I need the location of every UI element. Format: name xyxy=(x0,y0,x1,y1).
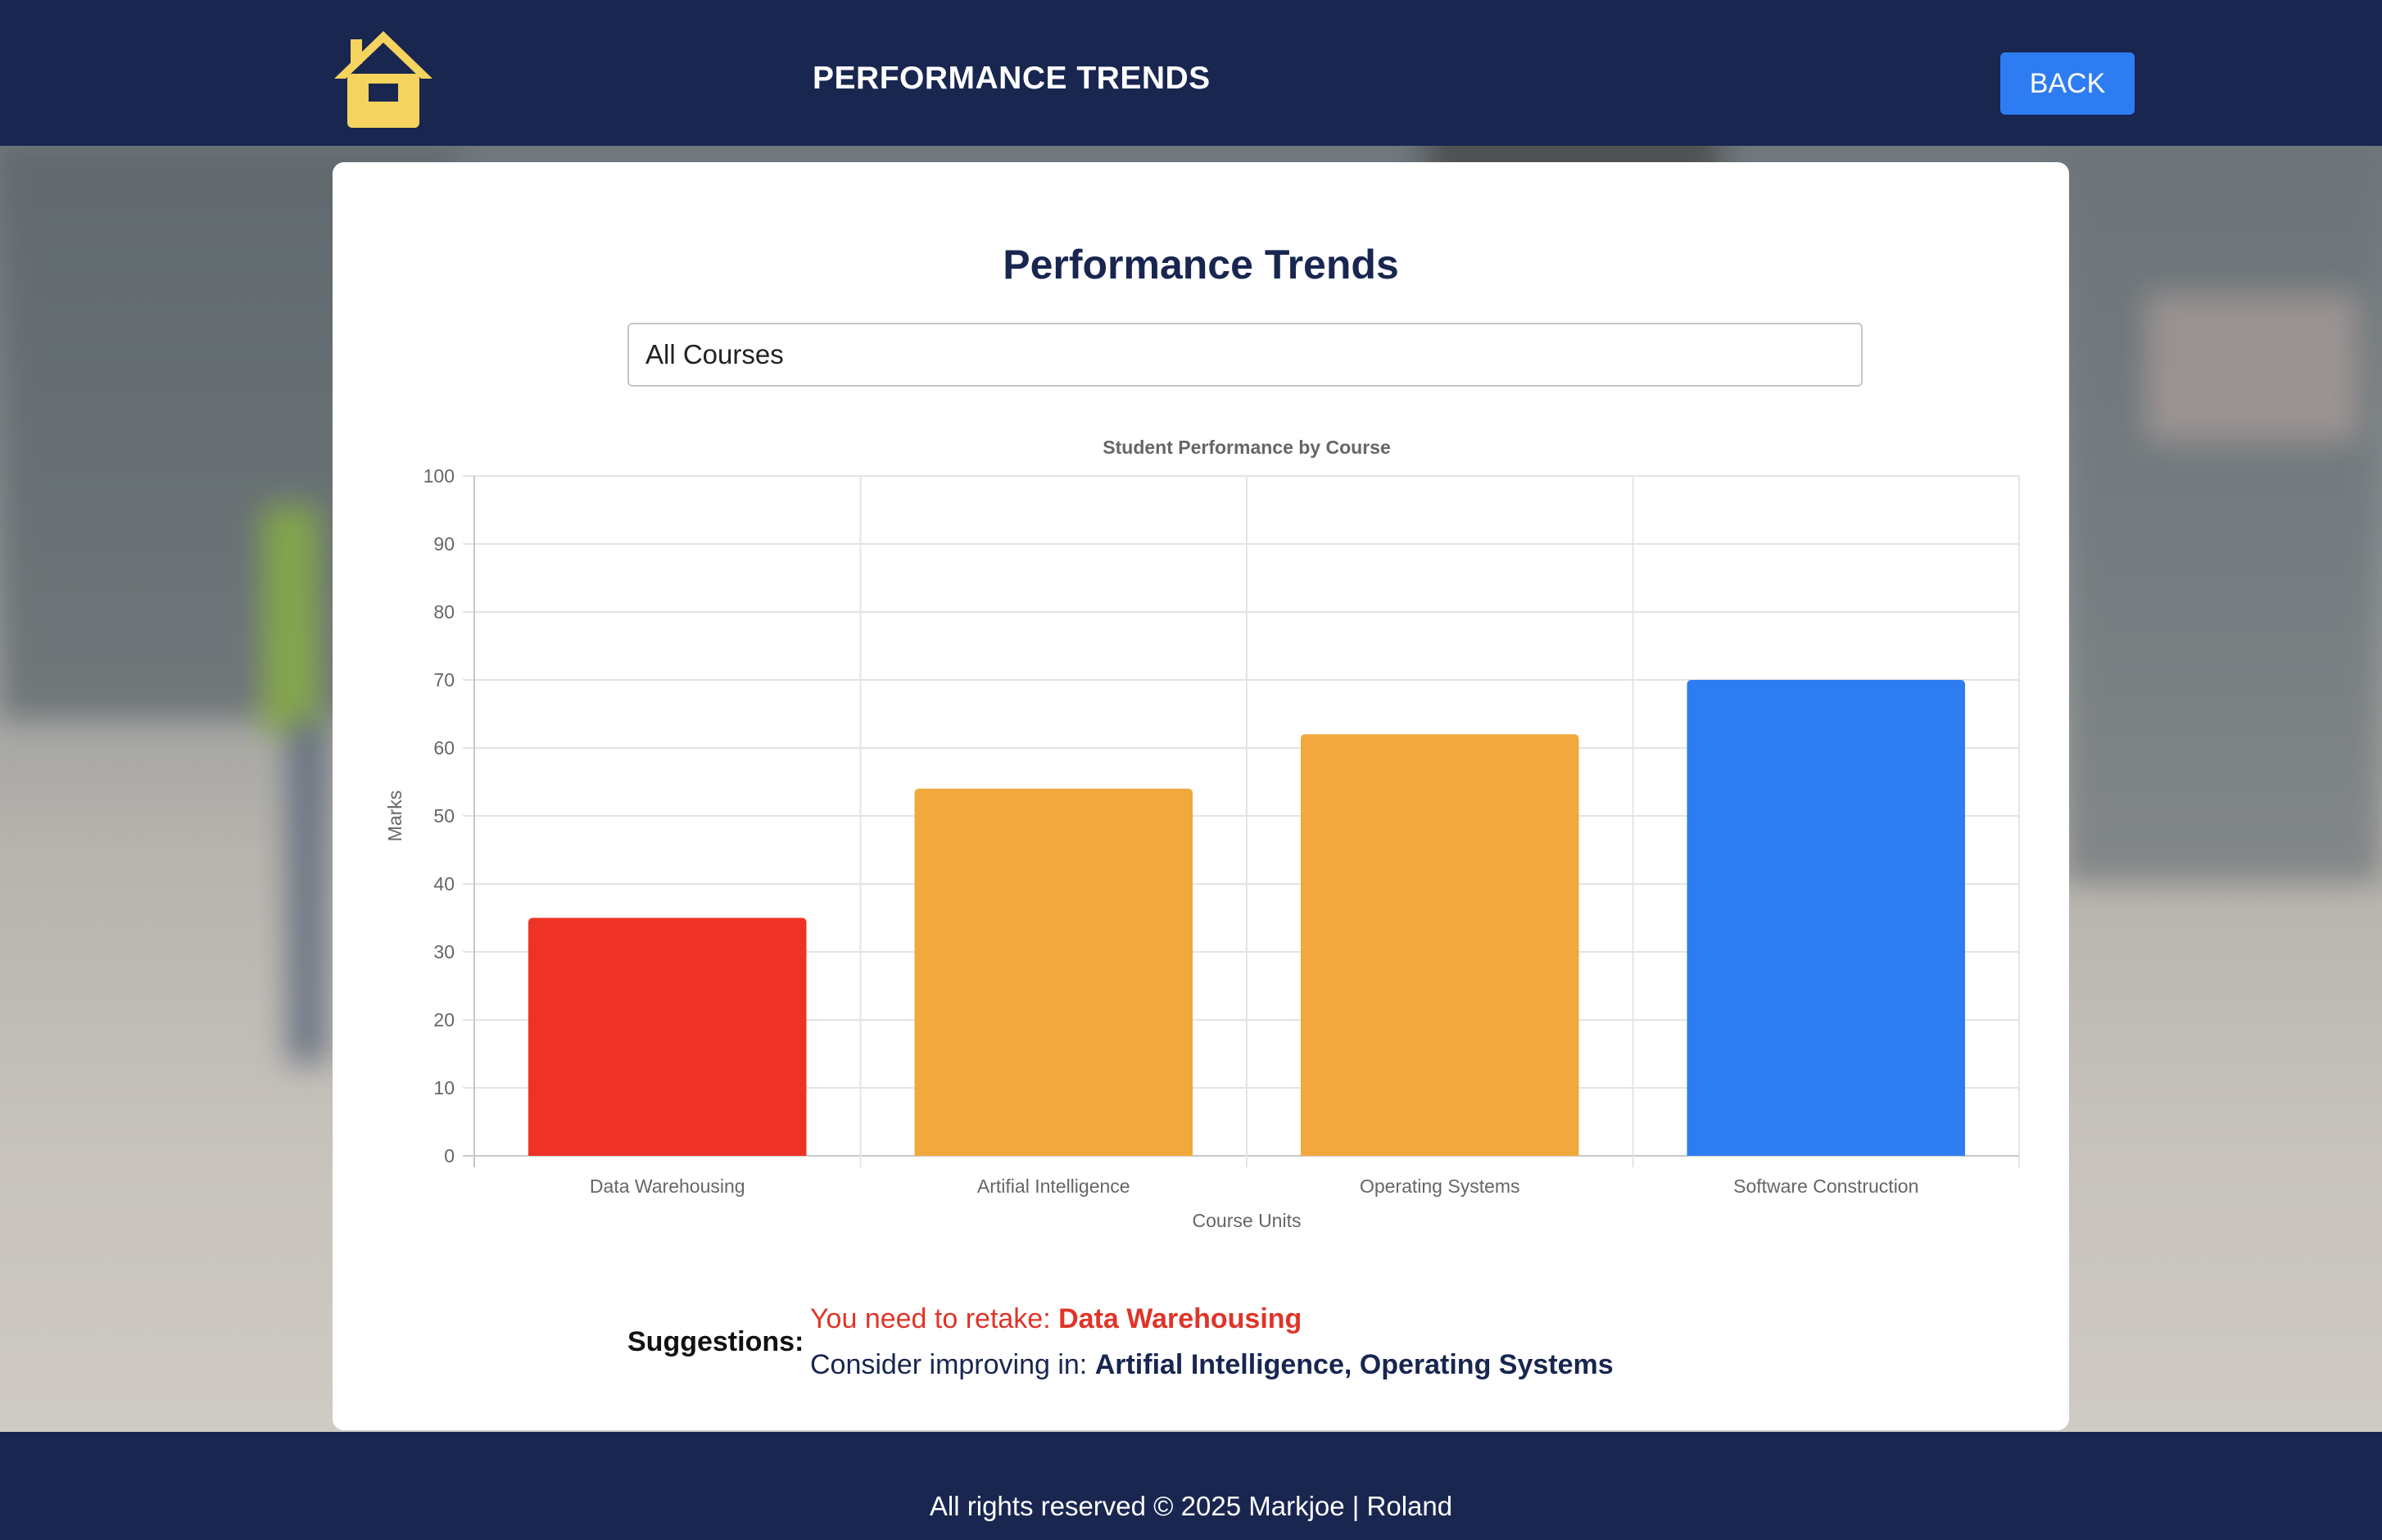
bar-data-warehousing xyxy=(528,917,807,1156)
footer-copyright: All rights reserved © 2025 Markjoe | Rol… xyxy=(929,1491,1453,1521)
bar-software-construction xyxy=(1687,680,1965,1156)
bar-operating-systems xyxy=(1301,734,1579,1156)
y-tick-label: 70 xyxy=(433,669,455,691)
performance-bar-chart: Student Performance by Course 0 10 20 30 40 50… xyxy=(384,437,2020,1231)
improve-courses: Artifial Intelligence, Operating Systems xyxy=(1094,1349,1614,1380)
y-tick-label: 20 xyxy=(433,1009,455,1030)
chart-title: Student Performance by Course xyxy=(1103,437,1390,458)
y-tick-label: 30 xyxy=(433,941,455,962)
x-tick-label: Data Warehousing xyxy=(590,1175,745,1197)
retake-prefix: You need to retake: xyxy=(810,1303,1059,1334)
header-title: PERFORMANCE TRENDS xyxy=(813,61,1211,96)
retake-suggestion: You need to retake: Data Warehousing xyxy=(810,1303,1302,1335)
y-tick-label: 10 xyxy=(433,1077,455,1098)
y-tick-label: 80 xyxy=(433,601,455,623)
retake-courses: Data Warehousing xyxy=(1058,1303,1302,1334)
suggestions-label: Suggestions: xyxy=(627,1325,804,1357)
footer: All rights reserved © 2025 Markjoe | Rol… xyxy=(0,1432,2382,1540)
improve-prefix: Consider improving in: xyxy=(810,1349,1095,1380)
y-tick-label: 40 xyxy=(433,873,455,895)
y-tick-label: 90 xyxy=(433,533,455,555)
x-tick-label: Operating Systems xyxy=(1360,1175,1520,1197)
improve-suggestion: Consider improving in: Artifial Intellig… xyxy=(810,1349,1614,1381)
back-button[interactable]: BACK xyxy=(2000,52,2135,115)
performance-card: Performance Trends All Courses Student P… xyxy=(333,162,2069,1430)
home-icon[interactable] xyxy=(331,28,436,131)
x-tick-label: Software Construction xyxy=(1733,1175,1918,1197)
y-axis-title: Marks xyxy=(384,790,405,842)
y-tick-label: 60 xyxy=(433,737,455,759)
x-axis-title: Course Units xyxy=(1193,1210,1302,1231)
y-tick-label: 100 xyxy=(423,465,455,487)
x-tick-label: Artifial Intelligence xyxy=(977,1175,1130,1197)
bar-artifial-intelligence xyxy=(914,788,1193,1156)
y-tick-label: 50 xyxy=(433,805,455,827)
top-navbar: PERFORMANCE TRENDS BACK xyxy=(0,0,2382,146)
y-tick-label: 0 xyxy=(444,1145,455,1166)
